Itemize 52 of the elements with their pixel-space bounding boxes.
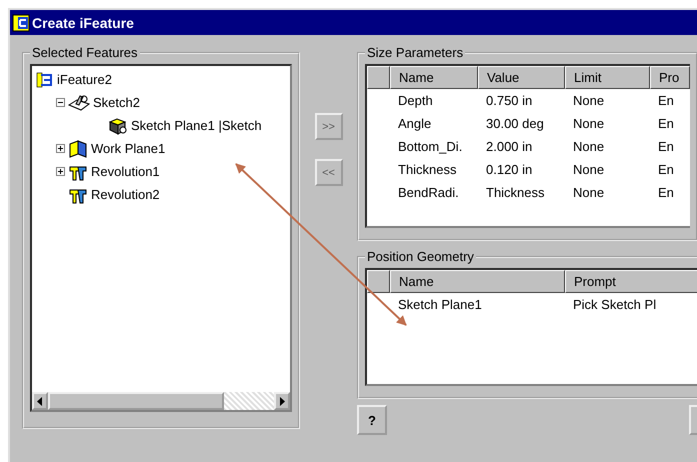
collapse-toggle[interactable] xyxy=(56,98,65,107)
table-cell-text: 2.000 in xyxy=(485,139,534,154)
tree-item[interactable]: iFeature2 xyxy=(57,72,112,87)
move-button[interactable]: >> xyxy=(314,113,342,140)
table-cell-text: En xyxy=(657,93,675,108)
table-cell-text: Sketch Plane1 xyxy=(397,297,483,312)
table-cell-text: BendRadi. xyxy=(397,185,460,200)
window-title: Create iFeature xyxy=(32,14,134,30)
tree-item[interactable]: Revolution1 xyxy=(91,164,160,179)
table-cell-text: 30.00 deg xyxy=(485,116,545,131)
table-cell-text: En xyxy=(657,162,675,177)
table-cell-text: En xyxy=(657,116,675,131)
sketch-icon xyxy=(68,94,90,112)
ifeature-icon xyxy=(36,70,54,88)
table-cell-text: Thickness xyxy=(397,162,458,177)
table-cell-text: None xyxy=(572,139,606,154)
horizontal-scrollbar[interactable] xyxy=(32,392,290,410)
app-icon xyxy=(12,14,30,32)
scroll-right-icon[interactable] xyxy=(279,396,285,406)
table-cell-text: None xyxy=(572,162,606,177)
table-cell-text: Pick Sketch Pl xyxy=(572,297,658,312)
column-header[interactable]: Name xyxy=(390,270,565,293)
tree-item[interactable]: Revolution2 xyxy=(91,187,160,202)
scroll-left-icon[interactable] xyxy=(37,396,43,406)
expand-toggle[interactable] xyxy=(56,144,65,153)
table-cell-text: En xyxy=(657,185,675,200)
tree-item[interactable]: Sketch Plane1 |Sketch xyxy=(131,118,262,133)
table-cell-text: En xyxy=(657,139,675,154)
column-header[interactable]: Value xyxy=(478,66,565,89)
table-cell-text: Bottom_Di. xyxy=(397,139,464,154)
table-cell-text: 0.120 in xyxy=(485,162,534,177)
expand-toggle[interactable] xyxy=(56,167,65,176)
tree-item[interactable]: Sketch2 xyxy=(93,95,140,110)
work-plane-icon xyxy=(68,140,88,158)
table-cell-text: Thickness xyxy=(485,185,546,200)
table-cell-text: Depth xyxy=(397,93,434,108)
table-cell-text: Angle xyxy=(397,116,432,131)
help-button[interactable]: ? xyxy=(357,405,387,435)
group-title: Size Parameters xyxy=(366,45,464,60)
group-title: Position Geometry xyxy=(366,249,475,264)
plane-icon xyxy=(108,116,128,134)
column-header[interactable]: Pro xyxy=(650,66,690,89)
move-button[interactable]: << xyxy=(314,159,342,186)
table-cell-text: None xyxy=(572,185,606,200)
column-header[interactable]: Limit xyxy=(565,66,650,89)
group-title: Selected Features xyxy=(31,45,139,60)
table-cell-text: None xyxy=(572,116,606,131)
table-cell-text: 0.750 in xyxy=(485,93,534,108)
tree-item[interactable]: Work Plane1 xyxy=(91,141,166,156)
column-header[interactable]: Name xyxy=(390,66,478,89)
column-header[interactable]: Prompt xyxy=(565,270,697,293)
table-cell-text: None xyxy=(572,93,606,108)
